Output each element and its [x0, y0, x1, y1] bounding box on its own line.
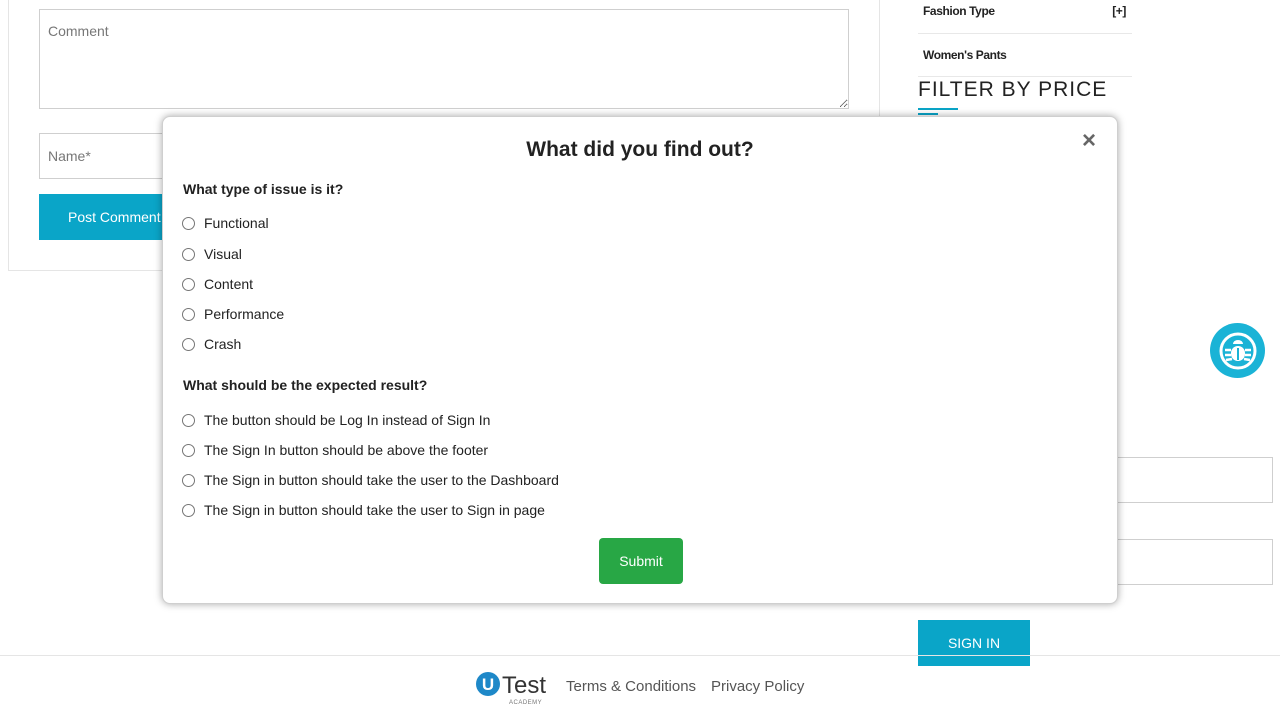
close-icon[interactable]: ×	[1082, 129, 1096, 153]
option-label: The Sign in button should take the user …	[204, 472, 559, 488]
expected-radio[interactable]	[182, 473, 195, 487]
issue-radio[interactable]	[182, 247, 195, 261]
expected-radio[interactable]	[182, 503, 195, 517]
option-label: Functional	[204, 215, 269, 231]
issue-radio[interactable]	[182, 277, 195, 291]
submit-button[interactable]: Submit	[599, 538, 683, 584]
issue-option-visual[interactable]: Visual	[182, 246, 242, 262]
sidebar-category-list: Fashion Type [+] Women's Pants	[918, 0, 1132, 77]
bug-report-button[interactable]	[1210, 323, 1265, 378]
option-label: Performance	[204, 306, 285, 322]
issue-option-functional[interactable]: Functional	[182, 215, 269, 231]
option-label: Content	[204, 276, 254, 292]
option-label: The Sign in button should take the user …	[204, 502, 545, 518]
issue-option-crash[interactable]: Crash	[182, 336, 241, 352]
option-label: The Sign In button should be above the f…	[204, 442, 489, 458]
issue-option-performance[interactable]: Performance	[182, 306, 284, 322]
issue-option-content[interactable]: Content	[182, 276, 253, 292]
expected-radio[interactable]	[182, 443, 195, 457]
logo-subtitle: ACADEMY	[509, 700, 542, 706]
utest-academy-logo[interactable]: U Test ACADEMY	[475, 670, 550, 706]
footer: U Test ACADEMY Terms & Conditions Privac…	[0, 655, 1280, 720]
logo-word: Test	[502, 672, 546, 699]
filter-by-price-heading: FILTER BY PRICE	[918, 78, 1108, 101]
expected-option-2[interactable]: The Sign In button should be above the f…	[182, 442, 488, 458]
question-expected-result: What should be the expected result?	[183, 377, 428, 393]
question-issue-type: What type of issue is it?	[183, 181, 344, 197]
comment-textarea[interactable]	[39, 9, 849, 109]
terms-link[interactable]: Terms & Conditions	[566, 678, 696, 695]
sidebar-item-label: Women's Pants	[923, 48, 1007, 62]
issue-radio[interactable]	[182, 307, 195, 321]
option-label: Crash	[204, 336, 242, 352]
expected-radio[interactable]	[182, 413, 195, 427]
expected-option-1[interactable]: The button should be Log In instead of S…	[182, 412, 490, 428]
logo-letter: U	[482, 675, 494, 694]
option-label: Visual	[204, 246, 242, 262]
sidebar-item-fashion-type[interactable]: Fashion Type [+]	[918, 0, 1132, 34]
sidebar-item-label: Fashion Type	[923, 4, 995, 18]
heading-underline	[918, 108, 958, 110]
expected-option-3[interactable]: The Sign in button should take the user …	[182, 472, 559, 488]
option-label: The button should be Log In instead of S…	[204, 412, 491, 428]
expand-toggle[interactable]: [+]	[1112, 4, 1126, 18]
bug-report-modal: What did you find out? × What type of is…	[162, 116, 1118, 604]
sidebar-item-womens-pants[interactable]: Women's Pants	[918, 34, 1132, 77]
modal-title: What did you find out?	[526, 138, 754, 161]
heading-underline-short	[918, 113, 938, 115]
signin-password-input[interactable]	[1093, 539, 1273, 585]
privacy-link[interactable]: Privacy Policy	[711, 678, 804, 695]
issue-radio[interactable]	[182, 216, 195, 230]
expected-option-4[interactable]: The Sign in button should take the user …	[182, 502, 545, 518]
signin-username-input[interactable]	[1093, 457, 1273, 503]
issue-radio[interactable]	[182, 337, 195, 351]
bug-icon	[1219, 332, 1256, 369]
